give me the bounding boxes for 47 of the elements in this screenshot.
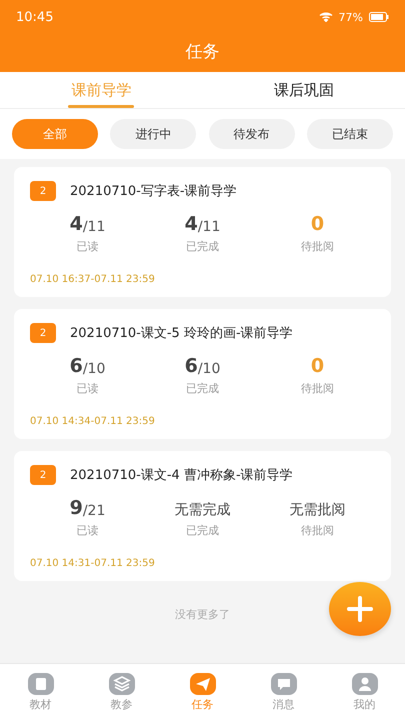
stat-label: 待批阅 — [301, 381, 334, 396]
task-card[interactable]: 2 20210710-课文-4 曹冲称象-课前导学 9/21 已读 无需完成 已完成 无需批阅 待批阅 07.10 14:31-07.11 23:59 — [14, 451, 391, 581]
stat-label: 已完成 — [186, 523, 219, 538]
book-icon — [28, 672, 54, 694]
page-title: 任务 — [186, 41, 220, 64]
chat-icon — [270, 672, 296, 694]
end-note: 没有更多了 — [175, 607, 230, 622]
task-title: 20210710-课文-5 玲玲的画-课前导学 — [70, 325, 293, 342]
person-icon — [352, 672, 378, 694]
stat-value: 0 — [310, 212, 324, 235]
count-badge: 2 — [30, 465, 56, 485]
stat-label: 已读 — [76, 381, 98, 396]
filter-chip[interactable]: 已结束 — [306, 119, 393, 149]
stat-label: 待批阅 — [301, 523, 334, 538]
task-title: 20210710-课文-4 曹冲称象-课前导学 — [70, 467, 293, 484]
task-time: 07.10 14:31-07.11 23:59 — [30, 558, 156, 569]
stat-value: 无需完成 — [174, 501, 230, 519]
stat-value: 4/11 — [184, 212, 220, 235]
stat-value: 无需批阅 — [290, 501, 346, 519]
stat-value: 9/21 — [70, 496, 106, 519]
stat-label: 已完成 — [186, 239, 219, 254]
stat-value: 4/11 — [70, 212, 106, 235]
battery-percent: 77% — [338, 10, 363, 24]
count-badge: 2 — [30, 181, 56, 201]
status-time: 10:45 — [16, 10, 54, 24]
stat-label: 已读 — [76, 239, 98, 254]
task-title: 20210710-写字表-课前导学 — [70, 183, 237, 200]
filter-chip[interactable]: 待发布 — [208, 119, 295, 149]
stat-label: 待批阅 — [301, 239, 334, 254]
plus-icon — [346, 595, 374, 623]
stat-value: 0 — [310, 354, 324, 377]
wifi-icon — [318, 12, 333, 22]
task-time: 07.10 16:37-07.11 23:59 — [30, 274, 156, 285]
stat-value: 6/10 — [70, 354, 106, 377]
stat-value: 6/10 — [184, 354, 220, 377]
filter-chip[interactable]: 进行中 — [110, 119, 196, 149]
stat-label: 已读 — [76, 523, 98, 538]
task-time: 07.10 14:34-07.11 23:59 — [30, 416, 156, 427]
battery-icon — [369, 12, 389, 22]
tab[interactable]: 课后巩固 — [202, 72, 405, 108]
layers-icon — [108, 672, 134, 694]
task-card[interactable]: 2 20210710-写字表-课前导学 4/11 已读 4/11 已完成 0 待批阅 07.10 16:37-07.11 23:59 — [14, 167, 391, 297]
task-card[interactable]: 2 20210710-课文-5 玲玲的画-课前导学 6/10 已读 6/10 已完成 0 待批阅 07.10 14:34-07.11 23:59 — [14, 309, 391, 439]
add-button[interactable] — [329, 582, 391, 636]
stat-label: 已完成 — [186, 381, 219, 396]
count-badge: 2 — [30, 323, 56, 343]
paper-plane-icon — [190, 672, 216, 694]
